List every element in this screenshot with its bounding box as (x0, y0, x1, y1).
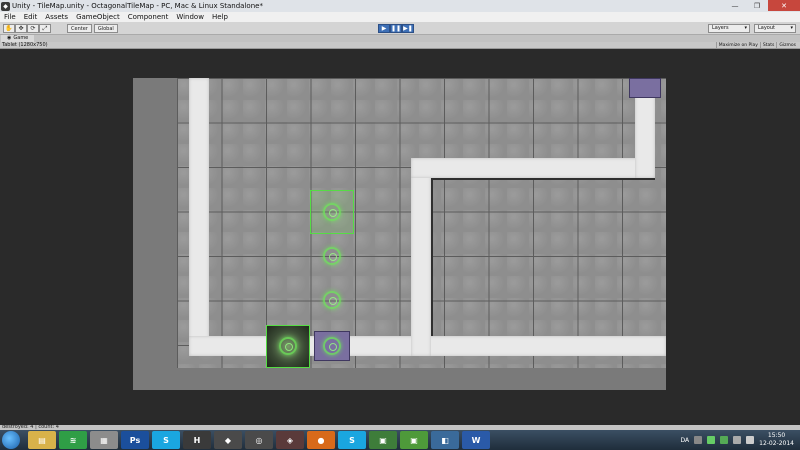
layout-label: Layout (758, 25, 775, 31)
game-icon: ◉ (7, 35, 12, 41)
tower-range-ring (279, 337, 297, 355)
play-icon: ▶ (381, 25, 387, 32)
network-icon[interactable] (733, 436, 742, 444)
stats-toggle[interactable]: Stats (759, 42, 777, 49)
system-tray: DA 15:50 12-02-2014 (681, 430, 795, 450)
menu-bar: File Edit Assets GameObject Component Wi… (0, 12, 800, 22)
clock[interactable]: 15:50 12-02-2014 (759, 432, 794, 448)
toolbar: ✋ ✥ ⟳ ⤢ Center Global ▶ ❚❚ ▶❚ Layers ▾ La… (0, 22, 800, 35)
spotify-icon[interactable]: ≋ (59, 431, 87, 449)
taskbar-apps: ▤ ≋ ▦ Ps S H ◆ ◎ ◈ ● S ▣ ▣ ◧ W (28, 431, 490, 449)
scale-tool-icon[interactable]: ⤢ (39, 24, 51, 33)
hand-tool-icon[interactable]: ✋ (3, 24, 15, 33)
app-icon[interactable]: ◧ (431, 431, 459, 449)
maximize-button[interactable]: ❐ (746, 0, 768, 11)
move-tool-icon[interactable]: ✥ (15, 24, 27, 33)
global-label: Global (97, 25, 114, 32)
skype-icon[interactable]: S (338, 431, 366, 449)
explorer-icon[interactable]: ▤ (28, 431, 56, 449)
menu-component[interactable]: Component (124, 13, 173, 21)
rotate-tool-icon[interactable]: ⟳ (27, 24, 39, 33)
menu-window[interactable]: Window (172, 13, 208, 21)
spawn-gate (629, 78, 661, 98)
start-button[interactable] (2, 431, 20, 449)
clock-time: 15:50 (767, 432, 786, 439)
app-icon[interactable]: ◈ (276, 431, 304, 449)
pause-button[interactable]: ❚❚ (390, 24, 402, 33)
skype-icon[interactable]: S (152, 431, 180, 449)
unity-icon[interactable]: ◆ (214, 431, 242, 449)
title-bar: ◆ Unity - TileMap.unity - OctagonalTileM… (0, 0, 800, 12)
volume-icon[interactable] (746, 436, 755, 444)
pivot-global-button[interactable]: Global (93, 24, 118, 33)
app-icon[interactable]: ▣ (369, 431, 397, 449)
path-edge (431, 178, 655, 180)
pause-icon: ❚❚ (390, 25, 402, 32)
minimize-button[interactable]: — (724, 0, 746, 11)
chevron-down-icon: ▾ (790, 25, 793, 31)
menu-gameobject[interactable]: GameObject (72, 13, 124, 21)
word-icon[interactable]: W (462, 431, 490, 449)
layout-dropdown[interactable]: Layout ▾ (754, 24, 796, 33)
maximize-on-play-toggle[interactable]: Maximize on Play (715, 42, 760, 49)
unity-logo-icon: ◆ (1, 1, 10, 11)
transform-tools: ✋ ✥ ⟳ ⤢ (3, 24, 51, 33)
window-controls: — ❐ ✕ (724, 0, 800, 11)
tray-icon[interactable] (694, 436, 703, 444)
path-edge (431, 178, 433, 336)
playback-controls: ▶ ❚❚ ▶❚ (378, 24, 414, 33)
pivot-tools: Center Global (67, 24, 120, 33)
gizmos-dropdown[interactable]: Gizmos (776, 42, 798, 49)
menu-assets[interactable]: Assets (41, 13, 72, 21)
tab-game-label: Game (13, 35, 29, 41)
chevron-down-icon: ▾ (744, 25, 747, 31)
menu-help[interactable]: Help (208, 13, 232, 21)
tower-slot-ring[interactable] (323, 247, 341, 265)
tab-game[interactable]: ◉ Game (1, 35, 35, 42)
nvidia-icon[interactable] (707, 436, 716, 444)
step-icon: ▶❚ (403, 25, 413, 32)
path-left (189, 78, 209, 356)
play-button[interactable]: ▶ (378, 24, 390, 33)
game-view-toolbar: Tablet (1280x750) Maximize on Play Stats… (0, 42, 800, 49)
resolution-dropdown[interactable]: Tablet (1280x750) (2, 42, 48, 49)
step-button[interactable]: ▶❚ (402, 24, 414, 33)
app-icon[interactable]: ▣ (400, 431, 428, 449)
photoshop-icon[interactable]: Ps (121, 431, 149, 449)
chrome-icon[interactable]: ◎ (245, 431, 273, 449)
center-label: Center (71, 25, 88, 32)
game-frame (133, 78, 666, 390)
game-view-options: Maximize on Play Stats Gizmos (715, 42, 798, 49)
tower-slot-ring[interactable] (323, 291, 341, 309)
tower-slot-ring[interactable] (323, 203, 341, 221)
hon-icon[interactable]: H (183, 431, 211, 449)
window-title: Unity - TileMap.unity - OctagonalTileMap… (12, 2, 263, 10)
menu-edit[interactable]: Edit (20, 13, 42, 21)
game-view[interactable] (0, 49, 800, 425)
menu-file[interactable]: File (0, 13, 20, 21)
layers-label: Layers (712, 25, 729, 31)
clock-date: 12-02-2014 (759, 440, 794, 447)
tray-icon[interactable] (720, 436, 729, 444)
gate-slot-ring (323, 337, 341, 355)
windows-taskbar: ▤ ≋ ▦ Ps S H ◆ ◎ ◈ ● S ▣ ▣ ◧ W DA 15:50 … (0, 430, 800, 450)
close-button[interactable]: ✕ (768, 0, 800, 11)
pivot-center-button[interactable]: Center (67, 24, 92, 33)
language-indicator[interactable]: DA (681, 437, 690, 444)
folder-icon[interactable]: ▦ (90, 431, 118, 449)
tab-bar: ◉ Game (0, 35, 800, 42)
layers-dropdown[interactable]: Layers ▾ (708, 24, 750, 33)
path-middle (411, 158, 431, 356)
tile-map[interactable] (177, 78, 666, 368)
firefox-icon[interactable]: ● (307, 431, 335, 449)
path-upper (411, 158, 655, 178)
